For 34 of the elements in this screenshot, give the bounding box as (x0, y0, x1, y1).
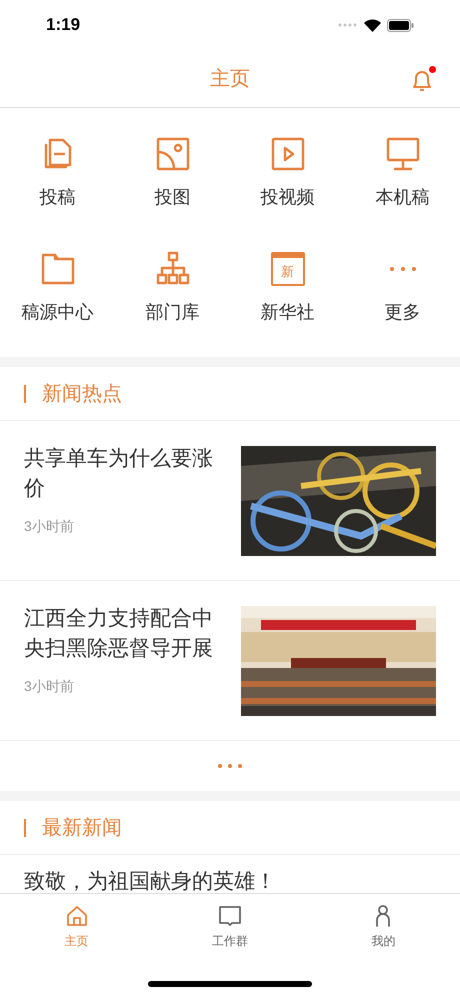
more-icon (388, 266, 418, 272)
video-icon (270, 136, 306, 172)
news-time: 3小时前 (24, 517, 75, 536)
status-time: 1:19 (46, 14, 80, 36)
shortcut-button[interactable]: 投图 (115, 134, 230, 242)
battery-icon (387, 18, 414, 32)
news-title: 江西全力支持配合中央扫黑除恶督导开展 (24, 606, 214, 662)
shortcut-button[interactable]: 本机稿 (345, 134, 460, 242)
home-icon (64, 904, 89, 928)
shortcut-button[interactable]: 更多 (345, 249, 460, 357)
shortcut-button[interactable]: 稿源中心 (0, 249, 115, 357)
news-title: 致敬，为祖国献身的英雄！ (24, 869, 276, 893)
more-icon (217, 763, 243, 769)
org-chart-icon (154, 251, 190, 287)
page-title: 主页 (210, 66, 250, 92)
shortcut-button[interactable]: 新 新华社 (230, 249, 345, 357)
chat-icon (218, 904, 242, 928)
shortcut-button[interactable]: 投视频 (230, 134, 345, 242)
image-icon (154, 136, 190, 172)
shortcut-button[interactable]: 投稿 (0, 134, 115, 242)
news-icon: 新 (270, 252, 304, 286)
news-item[interactable]: 江西全力支持配合中央扫黑除恶督导开展 3小时前 (0, 581, 460, 741)
section-title: 最新新闻 (42, 816, 122, 840)
section-title: 新闻热点 (42, 382, 122, 406)
monitor-icon (384, 136, 420, 172)
news-item[interactable]: 共享单车为什么要涨价 3小时前 (0, 421, 460, 581)
news-title: 共享单车为什么要涨价 (24, 446, 214, 502)
tab-bar-item[interactable]: 我的 (306, 904, 460, 950)
shortcut-button[interactable]: 部门库 (115, 249, 230, 357)
folder-icon (40, 251, 76, 287)
news-time: 3小时前 (24, 677, 75, 696)
signal-icon (338, 23, 358, 27)
tab-bar-item[interactable]: 工作群 (153, 904, 307, 950)
wifi-icon (364, 18, 381, 32)
